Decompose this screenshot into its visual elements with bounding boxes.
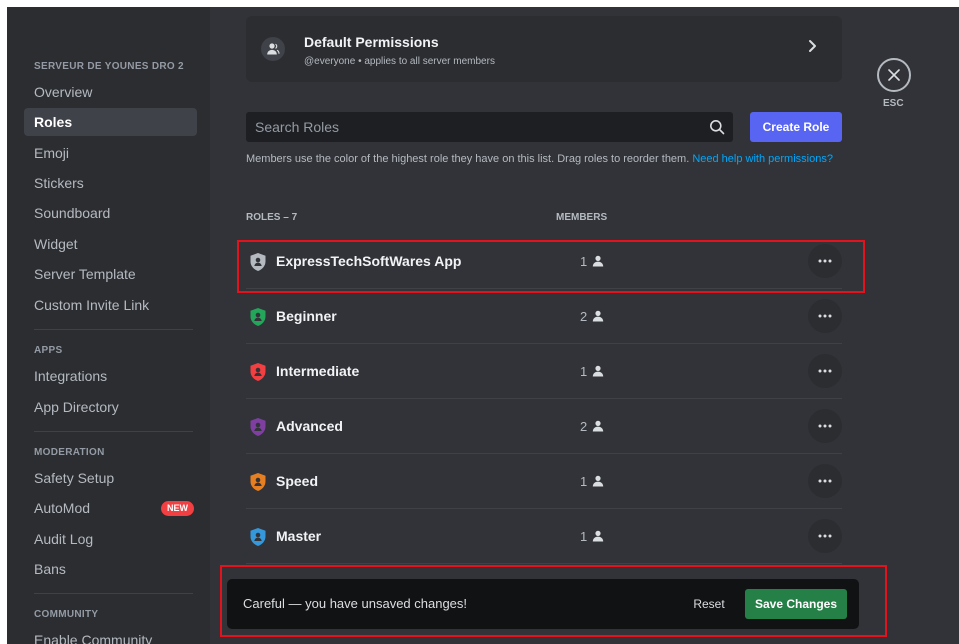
role-shield-icon <box>249 252 267 277</box>
member-icon <box>592 529 604 547</box>
role-row[interactable]: Intermediate 1 <box>246 344 842 399</box>
role-row[interactable]: Speed 1 <box>246 454 842 509</box>
more-icon <box>818 314 832 318</box>
role-name: Advanced <box>276 418 343 434</box>
close-button[interactable] <box>877 58 911 92</box>
role-member-count: 1 <box>580 364 588 379</box>
default-permissions-title: Default Permissions <box>304 34 439 50</box>
role-shield-icon <box>249 362 267 387</box>
role-shield-icon <box>249 417 267 442</box>
role-member-count: 1 <box>580 254 588 269</box>
help-permissions-link[interactable]: Need help with permissions? <box>692 153 833 165</box>
community-section-header: COMMUNITY <box>34 609 99 620</box>
sidebar-item-label: AutoMod <box>34 500 91 516</box>
sidebar-item-enable-community[interactable]: Enable Community <box>24 626 197 644</box>
member-icon <box>592 474 604 492</box>
moderation-section-header: MODERATION <box>34 447 105 458</box>
role-row[interactable]: Master 1 <box>246 509 842 564</box>
save-changes-button[interactable]: Save Changes <box>745 589 847 619</box>
sidebar-item-app-directory[interactable]: App Directory <box>24 393 197 421</box>
more-icon <box>818 534 832 538</box>
create-role-button[interactable]: Create Role <box>750 112 842 142</box>
role-member-count: 2 <box>580 419 588 434</box>
role-row[interactable]: ExpressTechSoftWares App 1 <box>246 234 842 289</box>
default-permissions-subtitle: @everyone • applies to all server member… <box>304 56 495 67</box>
roles-description: Members use the color of the highest rol… <box>246 152 842 166</box>
sidebar-item-custom-invite-link[interactable]: Custom Invite Link <box>24 291 197 319</box>
role-name: Intermediate <box>276 363 360 379</box>
more-icon <box>818 424 832 428</box>
unsaved-message: Careful — you have unsaved changes! <box>243 596 468 611</box>
role-name: Beginner <box>276 308 337 324</box>
reset-button[interactable]: Reset <box>679 589 739 619</box>
sidebar-item-widget[interactable]: Widget <box>24 230 197 258</box>
role-member-count: 1 <box>580 529 588 544</box>
unsaved-changes-bar: Careful — you have unsaved changes! Rese… <box>227 579 859 629</box>
role-more-button[interactable] <box>808 244 842 278</box>
apps-section-header: APPS <box>34 345 63 356</box>
role-name: Master <box>276 528 322 544</box>
server-section-header: SERVEUR DE YOUNES DRO 2 <box>34 61 184 72</box>
role-shield-icon <box>249 472 267 497</box>
more-icon <box>818 259 832 263</box>
sidebar-item-overview[interactable]: Overview <box>24 78 197 106</box>
search-roles-box <box>246 112 733 142</box>
roles-count-header: ROLES – 7 <box>246 212 298 223</box>
members-column-header: MEMBERS <box>556 212 608 223</box>
role-more-button[interactable] <box>808 464 842 498</box>
description-text: Members use the color of the highest rol… <box>246 153 693 165</box>
role-name: ExpressTechSoftWares App <box>276 253 462 269</box>
sidebar-item-integrations[interactable]: Integrations <box>24 362 197 390</box>
esc-label: ESC <box>883 98 904 109</box>
more-icon <box>818 369 832 373</box>
role-name: Speed <box>276 473 319 489</box>
sidebar-item-stickers[interactable]: Stickers <box>24 169 197 197</box>
member-icon <box>592 364 604 382</box>
sidebar-item-bans[interactable]: Bans <box>24 555 197 583</box>
member-icon <box>592 419 604 437</box>
roles-panel: Default Permissions @everyone • applies … <box>210 7 959 644</box>
member-icon <box>592 254 604 272</box>
new-badge: NEW <box>161 501 194 516</box>
role-member-count: 2 <box>580 309 588 324</box>
member-icon <box>592 309 604 327</box>
settings-window: SERVEUR DE YOUNES DRO 2 Overview Roles E… <box>7 7 959 644</box>
search-input[interactable] <box>246 112 696 142</box>
role-member-count: 1 <box>580 474 588 489</box>
role-more-button[interactable] <box>808 354 842 388</box>
sidebar-divider <box>34 593 193 594</box>
role-shield-icon <box>249 527 267 552</box>
role-row[interactable]: Advanced 2 <box>246 399 842 454</box>
search-icon[interactable] <box>709 119 725 140</box>
sidebar-item-automod[interactable]: AutoMod NEW <box>24 494 197 522</box>
sidebar-item-roles[interactable]: Roles <box>24 108 197 136</box>
sidebar-item-server-template[interactable]: Server Template <box>24 260 197 288</box>
sidebar-item-safety-setup[interactable]: Safety Setup <box>24 464 197 492</box>
sidebar-divider <box>34 431 193 432</box>
role-shield-icon <box>249 307 267 332</box>
members-icon <box>261 37 285 61</box>
sidebar-item-audit-log[interactable]: Audit Log <box>24 525 197 553</box>
default-permissions-card[interactable]: Default Permissions @everyone • applies … <box>246 16 842 82</box>
more-icon <box>818 479 832 483</box>
role-more-button[interactable] <box>808 519 842 553</box>
close-icon <box>888 69 900 81</box>
role-more-button[interactable] <box>808 409 842 443</box>
role-row[interactable]: Beginner 2 <box>246 289 842 344</box>
sidebar-divider <box>34 329 193 330</box>
role-more-button[interactable] <box>808 299 842 333</box>
sidebar-item-emoji[interactable]: Emoji <box>24 139 197 167</box>
chevron-right-icon <box>808 39 818 58</box>
sidebar-item-soundboard[interactable]: Soundboard <box>24 199 197 227</box>
settings-sidebar: SERVEUR DE YOUNES DRO 2 Overview Roles E… <box>7 7 210 644</box>
